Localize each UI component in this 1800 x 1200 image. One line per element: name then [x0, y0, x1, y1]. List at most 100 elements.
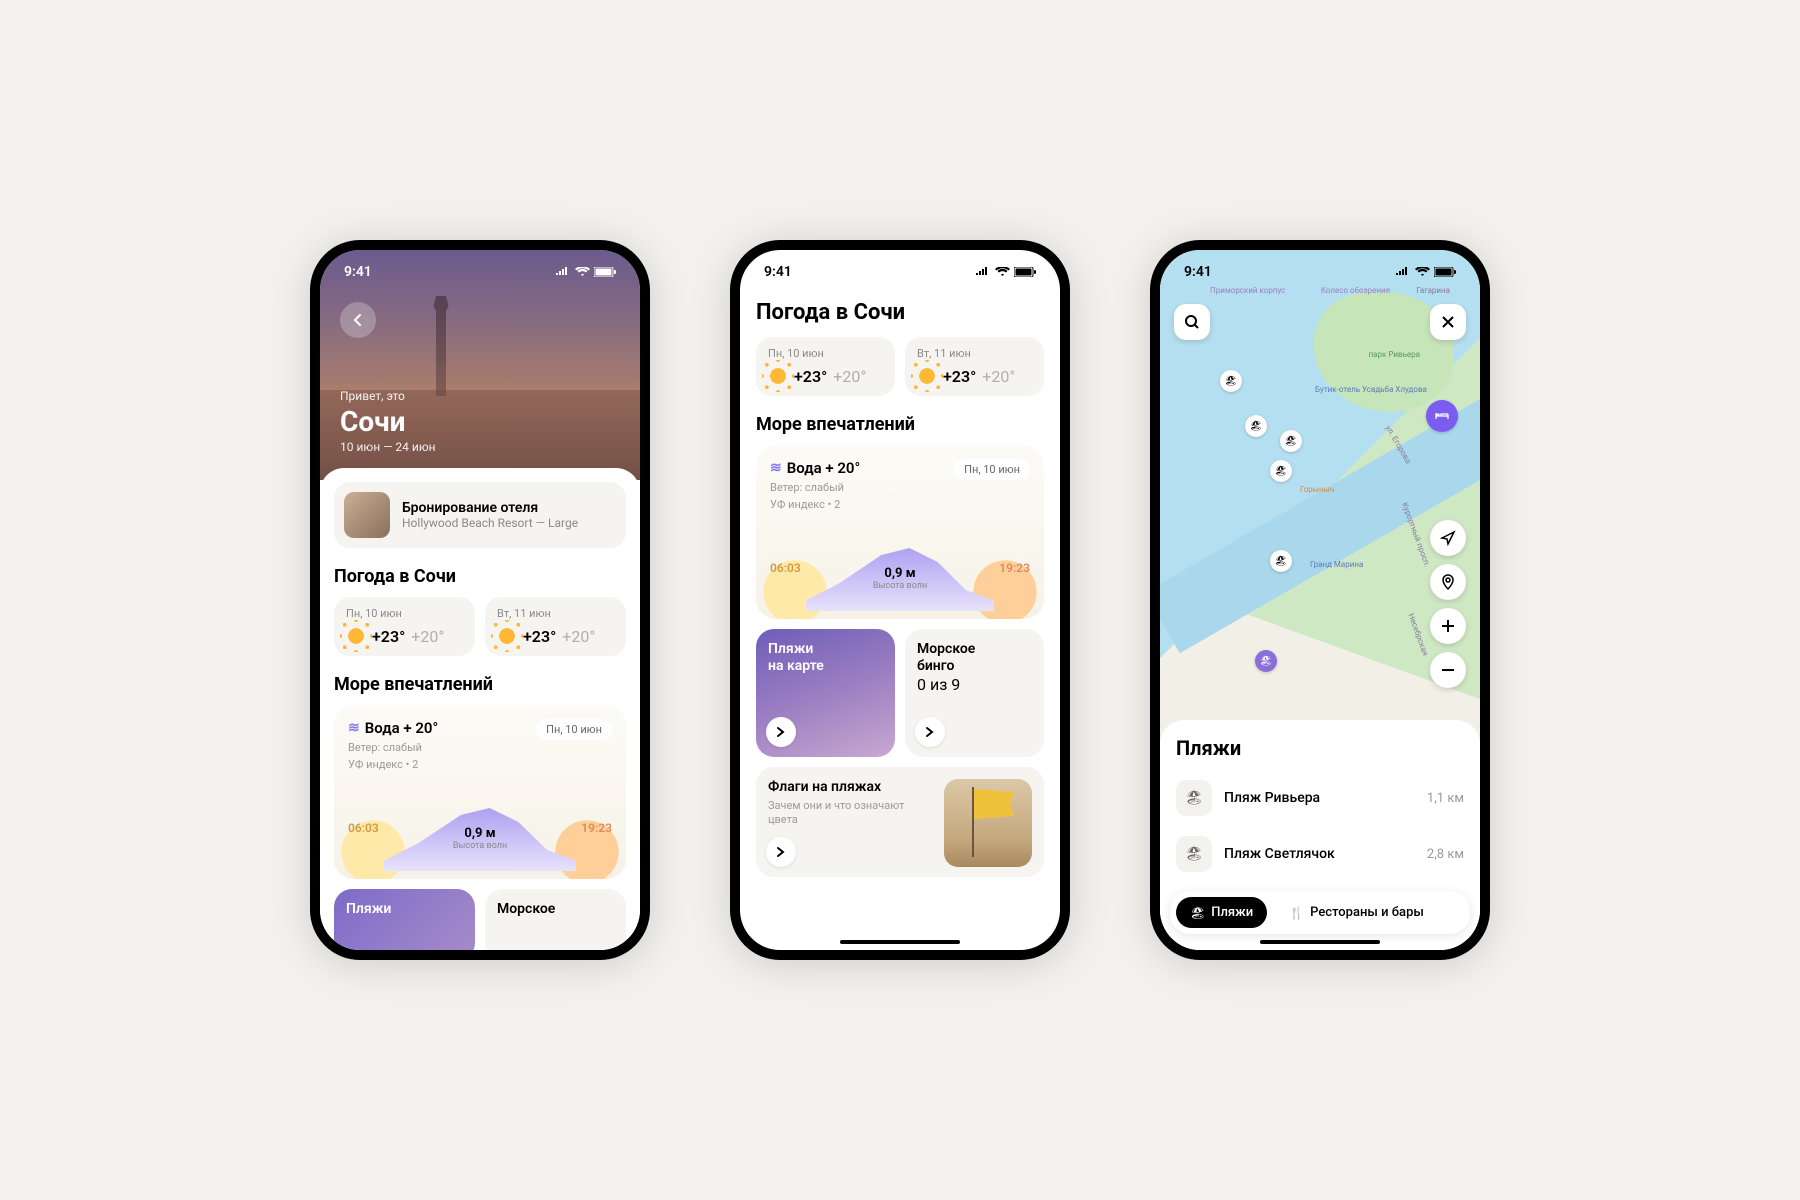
restaurant-icon: 🍴 — [1289, 906, 1304, 920]
signal-icon — [975, 267, 991, 277]
beach-pin[interactable]: 🏖 — [1270, 460, 1292, 482]
weather-heading: Погода в Сочи — [756, 300, 1044, 325]
wifi-icon — [575, 267, 590, 277]
hero-greeting: Привет, это — [340, 389, 436, 403]
sunrise-time: 06:03 — [348, 821, 379, 835]
sun-icon — [497, 626, 517, 646]
day-pill[interactable]: Пн, 10 июн — [536, 719, 612, 740]
tile-beaches-map[interactable]: Пляжи — [334, 889, 475, 950]
weather-lo: +20° — [562, 627, 595, 646]
tile-marine-bingo[interactable]: Морскоебинго 0 из 9 — [905, 629, 1044, 757]
map-label-nesebr: Несебрская — [1406, 612, 1430, 657]
sea-card[interactable]: ≋ Вода + 20° Ветер: слабый УФ индекс • 2… — [334, 705, 626, 879]
weather-card-0[interactable]: Пн, 10 июн +23°+20° — [756, 337, 895, 396]
tile-beaches-map[interactable]: Пляжина карте — [756, 629, 895, 757]
sun-icon — [768, 366, 788, 386]
status-time: 9:41 — [764, 264, 792, 280]
battery-icon — [1014, 267, 1036, 277]
wind-label: Ветер: слабый — [770, 481, 860, 494]
category-chips: 🏖 Пляжи 🍴 Рестораны и бары — [1170, 891, 1470, 934]
weather-lo: +20° — [982, 367, 1015, 386]
weather-card-1[interactable]: Вт, 11 июн +23°+20° — [905, 337, 1044, 396]
booking-card[interactable]: Бронирование отеля Hollywood Beach Resor… — [334, 482, 626, 548]
status-bar: 9:41 — [740, 250, 1060, 294]
phone-3: Приморский корпус Колесо обозрения Гагар… — [1150, 240, 1490, 960]
status-icons — [1395, 267, 1456, 277]
search-icon — [1184, 314, 1200, 330]
home-indicator[interactable] — [840, 940, 960, 944]
weather-lo: +20° — [833, 367, 866, 386]
beach-pin[interactable]: 🏖 — [1220, 370, 1242, 392]
status-time: 9:41 — [344, 264, 372, 280]
close-button[interactable] — [1430, 304, 1466, 340]
map-label-riviera-park: парк Ривьера — [1369, 350, 1420, 359]
bed-icon — [1434, 408, 1450, 424]
sea-card[interactable]: ≋ Вода + 20° Ветер: слабый УФ индекс • 2… — [756, 445, 1044, 619]
day-pill[interactable]: Пн, 10 июн — [954, 459, 1030, 480]
chip-beaches[interactable]: 🏖 Пляжи — [1176, 897, 1267, 928]
status-bar: 9:41 — [1160, 250, 1480, 294]
hero-dates: 10 июн — 24 июн — [340, 440, 436, 454]
weather-heading: Погода в Сочи — [334, 566, 626, 587]
zoom-out-button[interactable] — [1430, 652, 1466, 688]
zoom-in-button[interactable] — [1430, 608, 1466, 644]
booking-thumb — [344, 492, 390, 538]
wave-height: 0,9 м Высота волн — [453, 826, 507, 851]
weather-date: Пн, 10 июн — [346, 607, 463, 620]
arrow-left-icon — [350, 312, 366, 328]
map-label-marina: Гранд Марина — [1310, 560, 1363, 569]
beach-icon: 🏖 — [1176, 780, 1212, 816]
beach-row-0[interactable]: 🏖 Пляж Ривьера 1,1 км — [1176, 770, 1464, 826]
flags-card[interactable]: Флаги на пляжах Зачем они и что означают… — [756, 767, 1044, 877]
chip-restaurants[interactable]: 🍴 Рестораны и бары — [1275, 897, 1438, 928]
sea-visual: 06:03 19:23 0,9 м Высота волн — [766, 525, 1034, 611]
waves-icon: ≋ — [770, 460, 781, 476]
sea-visual: 06:03 19:23 0,9 м Высота волн — [344, 785, 616, 871]
tile-marine[interactable]: Морское — [485, 889, 626, 950]
home-indicator[interactable] — [1260, 940, 1380, 944]
weather-card-0[interactable]: Пн, 10 июн +23°+20° — [334, 597, 475, 656]
hotel-pin[interactable] — [1426, 400, 1458, 432]
weather-date: Вт, 11 июн — [497, 607, 614, 620]
weather-date: Вт, 11 июн — [917, 347, 1032, 360]
wifi-icon — [1415, 267, 1430, 277]
beach-pin[interactable]: 🏖 — [1255, 650, 1277, 672]
phone-1: 9:41 Привет, это Сочи 10 июн — 24 июн — [310, 240, 650, 960]
beach-icon: 🏖 — [1190, 906, 1205, 920]
locate-button[interactable] — [1430, 520, 1466, 556]
status-icons — [975, 267, 1036, 277]
arrow-right-icon — [915, 717, 945, 747]
flag-photo — [944, 779, 1032, 867]
status-icons — [555, 267, 616, 277]
map-label-gorynych: Горыныч — [1300, 485, 1334, 494]
hero-city: Сочи — [340, 405, 436, 438]
status-bar: 9:41 — [320, 250, 640, 294]
flags-sub: Зачем они и что означают цвета — [768, 799, 934, 828]
beach-pin[interactable]: 🏖 — [1280, 430, 1302, 452]
beach-distance: 2,8 км — [1427, 847, 1464, 862]
wifi-icon — [995, 267, 1010, 277]
bingo-progress: 0 из 9 — [917, 675, 1032, 694]
location-button[interactable] — [1430, 564, 1466, 600]
back-button[interactable] — [340, 302, 376, 338]
content-sheet: Бронирование отеля Hollywood Beach Resor… — [320, 468, 640, 950]
water-temp: Вода + 20° — [787, 459, 861, 477]
phone-2: 9:41 Погода в Сочи Пн, 10 июн +23°+20° — [730, 240, 1070, 960]
navigation-icon — [1440, 530, 1456, 546]
weather-card-1[interactable]: Вт, 11 июн +23°+20° — [485, 597, 626, 656]
beach-name: Пляж Ривьера — [1224, 790, 1415, 806]
sunset-time: 19:23 — [581, 821, 612, 835]
wave-height: 0,9 м Высота волн — [873, 566, 927, 591]
beaches-heading: Пляжи — [1176, 736, 1464, 760]
beach-pin[interactable]: 🏖 — [1270, 550, 1292, 572]
close-icon — [1441, 315, 1455, 329]
minus-icon — [1441, 663, 1455, 677]
search-button[interactable] — [1174, 304, 1210, 340]
beach-icon: 🏖 — [1176, 836, 1212, 872]
beach-pin[interactable]: 🏖 — [1245, 415, 1267, 437]
weather-date: Пн, 10 июн — [768, 347, 883, 360]
flags-title: Флаги на пляжах — [768, 779, 934, 795]
sun-icon — [917, 366, 937, 386]
beach-row-1[interactable]: 🏖 Пляж Светлячок 2,8 км — [1176, 826, 1464, 882]
uv-row: УФ индекс • 2 — [348, 758, 438, 771]
